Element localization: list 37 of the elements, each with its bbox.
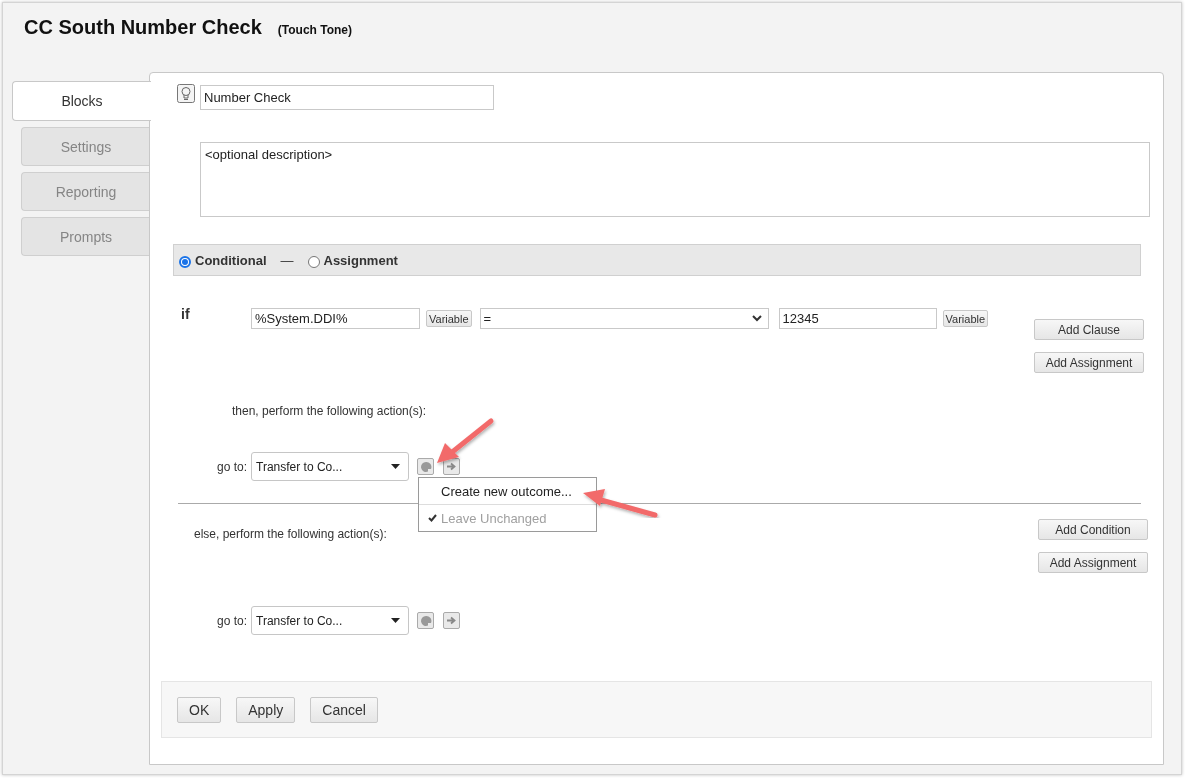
add-button[interactable]: Add Condition: [1038, 519, 1148, 540]
radio-label[interactable]: Assignment: [323, 252, 398, 268]
goto-label: go to:: [217, 613, 248, 628]
caret-down-icon: [391, 464, 401, 469]
right-operand-field[interactable]: 12345: [778, 308, 937, 329]
window-title: CC South Number Check: [24, 16, 262, 39]
add-button[interactable]: Add Assignment: [1034, 352, 1144, 373]
tab[interactable]: Blocks: [12, 81, 151, 121]
variable-button[interactable]: Variable: [942, 310, 989, 327]
if-label: if: [181, 306, 191, 322]
lightbulb-icon[interactable]: [177, 84, 195, 103]
chevron-down-icon: [751, 315, 762, 322]
blob-icon[interactable]: [417, 458, 435, 475]
goto-select[interactable]: Transfer to Co...: [251, 452, 410, 481]
blob-icon[interactable]: [417, 612, 435, 629]
add-button[interactable]: Add Assignment: [1038, 552, 1148, 573]
separator-dash: —: [280, 252, 294, 268]
radio-button[interactable]: [179, 256, 191, 268]
goto-label: go to:: [217, 459, 248, 474]
dialog-button[interactable]: OK: [177, 696, 222, 723]
caret-down-icon: [391, 618, 401, 623]
radio-label[interactable]: Conditional: [195, 252, 267, 268]
window-subtitle: (Touch Tone): [277, 23, 352, 37]
description-field[interactable]: <optional description>: [200, 142, 1150, 217]
left-operand-field[interactable]: %System.DDI%: [251, 308, 420, 329]
then-label: then, perform the following action(s):: [232, 404, 428, 418]
operator-select[interactable]: =: [479, 308, 769, 329]
add-button[interactable]: Add Clause: [1034, 319, 1144, 340]
block-name-field[interactable]: Number Check: [200, 85, 494, 110]
dialog-button[interactable]: Apply: [236, 696, 296, 723]
dialog-button[interactable]: Cancel: [310, 696, 378, 723]
radio-button[interactable]: [307, 256, 320, 268]
menu-item[interactable]: Create new outcome...: [419, 478, 596, 504]
else-label: else, perform the following action(s):: [194, 527, 387, 541]
goto-select[interactable]: Transfer to Co...: [251, 606, 410, 635]
variable-button[interactable]: Variable: [426, 310, 472, 327]
annotation-arrow: [437, 418, 494, 463]
